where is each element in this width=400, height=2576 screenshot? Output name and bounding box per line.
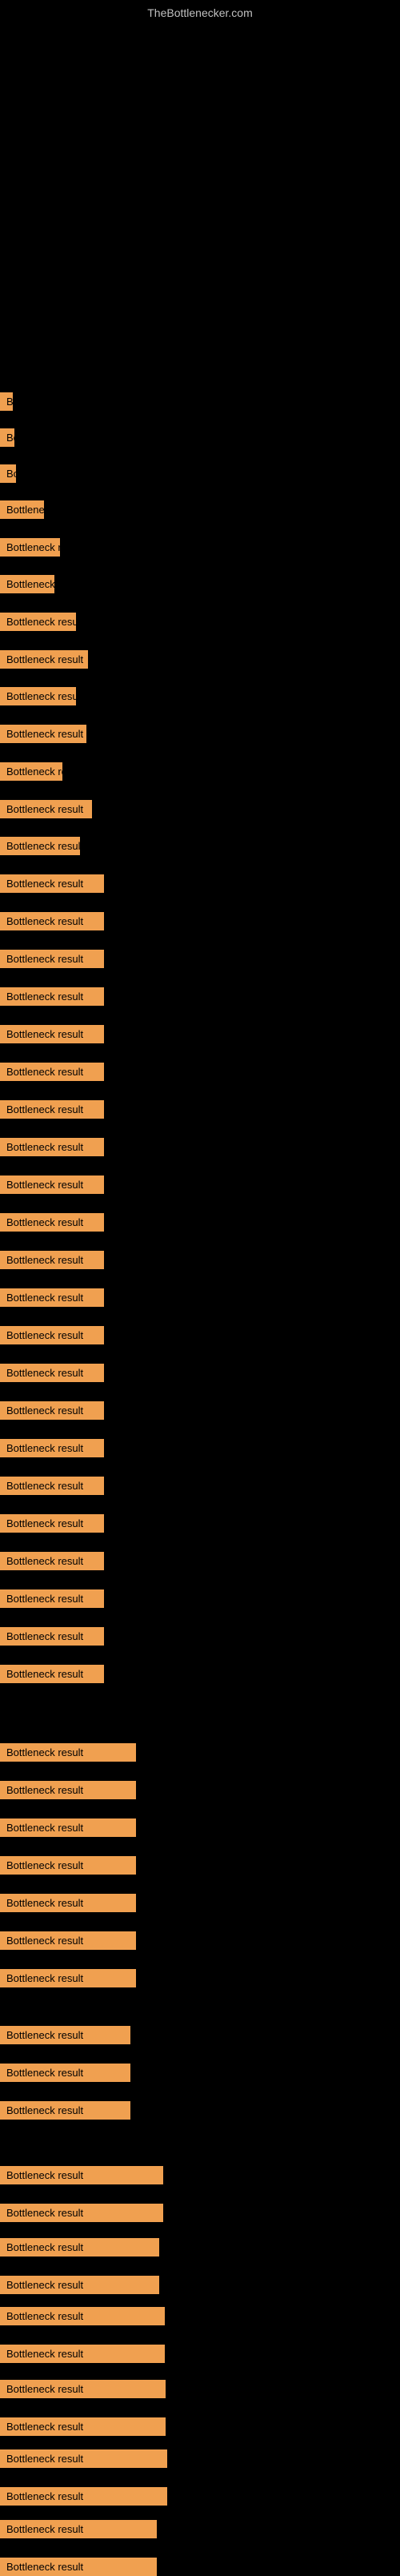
bottleneck-result-item: Bottleneck result xyxy=(0,2276,159,2294)
bottleneck-result-item: Bottleneck result xyxy=(0,1894,136,1912)
bottleneck-result-item: Bottleneck result xyxy=(0,2520,157,2538)
bottleneck-result-item: Bottleneck result xyxy=(0,1401,104,1420)
bottleneck-result-item: Bottleneck result xyxy=(0,837,80,855)
bottleneck-result-item: Bottleneck result xyxy=(0,1856,136,1875)
bottleneck-result-item: Bottleneck result xyxy=(0,874,104,893)
bottleneck-result-item: Bottleneck result xyxy=(0,1743,136,1762)
bottleneck-result-item: Bottleneck result xyxy=(0,2345,165,2363)
bottleneck-result-item: Bottleneck result xyxy=(0,538,60,557)
bottleneck-result-item: Bottleneck result xyxy=(0,2101,130,2120)
bottleneck-result-item: Bottleneck result xyxy=(0,1364,104,1382)
bottleneck-result-item: Bottleneck result xyxy=(0,575,54,593)
bottleneck-result-item: Bottleneck result xyxy=(0,1439,104,1457)
bottleneck-result-item: Bottleneck result xyxy=(0,2487,167,2506)
bottleneck-result-item: Bottleneck result xyxy=(0,1100,104,1119)
bottleneck-result-item: Bottleneck result xyxy=(0,2064,130,2082)
bottleneck-result-item: Bottleneck result xyxy=(0,1326,104,1344)
bottleneck-result-item: Bottleneck result xyxy=(0,1175,104,1194)
bottleneck-result-item: Bottleneck result xyxy=(0,2238,159,2257)
bottleneck-result-item: Bottleneck result xyxy=(0,2204,163,2222)
site-title: TheBottlenecker.com xyxy=(147,6,253,19)
bottleneck-result-item: Bottleneck result xyxy=(0,2307,165,2325)
bottleneck-result-item: Bottleneck result xyxy=(0,2417,166,2436)
bottleneck-result-item: Bottleneck result xyxy=(0,1514,104,1533)
bottleneck-result-item: Bottleneck result xyxy=(0,1589,104,1608)
bottleneck-result-item: Bottleneck result xyxy=(0,1138,104,1156)
bottleneck-result-item: Bottleneck result xyxy=(0,2449,167,2468)
bottleneck-result-item: Bottleneck result xyxy=(0,950,104,968)
bottleneck-result-item: Bottleneck result xyxy=(0,762,62,781)
bottleneck-result-item: Bottleneck result xyxy=(0,650,88,669)
bottleneck-result-item: Bottleneck result xyxy=(0,987,104,1006)
bottleneck-result-item: Bottleneck result xyxy=(0,500,44,519)
bottleneck-result-item: Bottleneck result xyxy=(0,2380,166,2398)
bottleneck-result-item: Bottleneck result xyxy=(0,1063,104,1081)
bottleneck-result-item: Bottleneck result xyxy=(0,800,92,818)
bottleneck-result-item: Bottleneck result xyxy=(0,2558,157,2576)
bottleneck-result-item: Bottleneck result xyxy=(0,464,16,483)
bottleneck-result-item: Bottleneck result xyxy=(0,687,76,705)
bottleneck-result-item: Bottleneck result xyxy=(0,1025,104,1043)
bottleneck-result-item: Bottleneck result xyxy=(0,725,86,743)
bottleneck-result-item: Bottleneck result xyxy=(0,1288,104,1307)
bottleneck-result-item: Bottleneck result xyxy=(0,1931,136,1950)
bottleneck-result-item: Bottleneck result xyxy=(0,392,13,411)
bottleneck-result-item: Bottleneck result xyxy=(0,1477,104,1495)
bottleneck-result-item: Bottleneck result xyxy=(0,1213,104,1232)
bottleneck-result-item: Bottleneck result xyxy=(0,2026,130,2044)
bottleneck-result-item: Bottleneck result xyxy=(0,1251,104,1269)
bottleneck-result-item: Bottleneck result xyxy=(0,2166,163,2184)
bottleneck-result-item: Bottleneck result xyxy=(0,1781,136,1799)
bottleneck-result-item: Bottleneck result xyxy=(0,1969,136,1987)
bottleneck-result-item: Bottleneck result xyxy=(0,912,104,930)
bottleneck-result-item: Bottleneck result xyxy=(0,1665,104,1683)
bottleneck-result-item: Bottleneck result xyxy=(0,428,14,447)
bottleneck-result-item: Bottleneck result xyxy=(0,1627,104,1646)
bottleneck-result-item: Bottleneck result xyxy=(0,613,76,631)
bottleneck-result-item: Bottleneck result xyxy=(0,1552,104,1570)
bottleneck-result-item: Bottleneck result xyxy=(0,1818,136,1837)
